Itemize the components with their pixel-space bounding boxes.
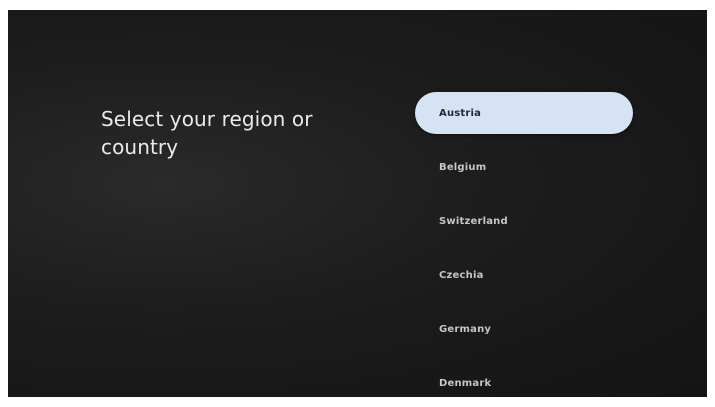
page-title: Select your region or country bbox=[101, 107, 313, 159]
region-option-label: Czechia bbox=[439, 269, 484, 281]
region-option-label: Belgium bbox=[439, 161, 487, 173]
region-list: Austria Belgium Switzerland Czechia Germ… bbox=[415, 92, 633, 397]
region-option-denmark[interactable]: Denmark bbox=[415, 362, 633, 397]
region-option-czechia[interactable]: Czechia bbox=[415, 254, 633, 296]
region-option-label: Denmark bbox=[439, 377, 492, 389]
region-option-label: Switzerland bbox=[439, 215, 508, 227]
region-option-label: Austria bbox=[439, 107, 482, 119]
region-option-belgium[interactable]: Belgium bbox=[415, 146, 633, 188]
region-option-switzerland[interactable]: Switzerland bbox=[415, 200, 633, 242]
tv-screen: Select your region or country Austria Be… bbox=[8, 10, 707, 397]
region-option-austria[interactable]: Austria bbox=[415, 92, 633, 134]
region-option-germany[interactable]: Germany bbox=[415, 308, 633, 350]
region-option-label: Germany bbox=[439, 323, 492, 335]
